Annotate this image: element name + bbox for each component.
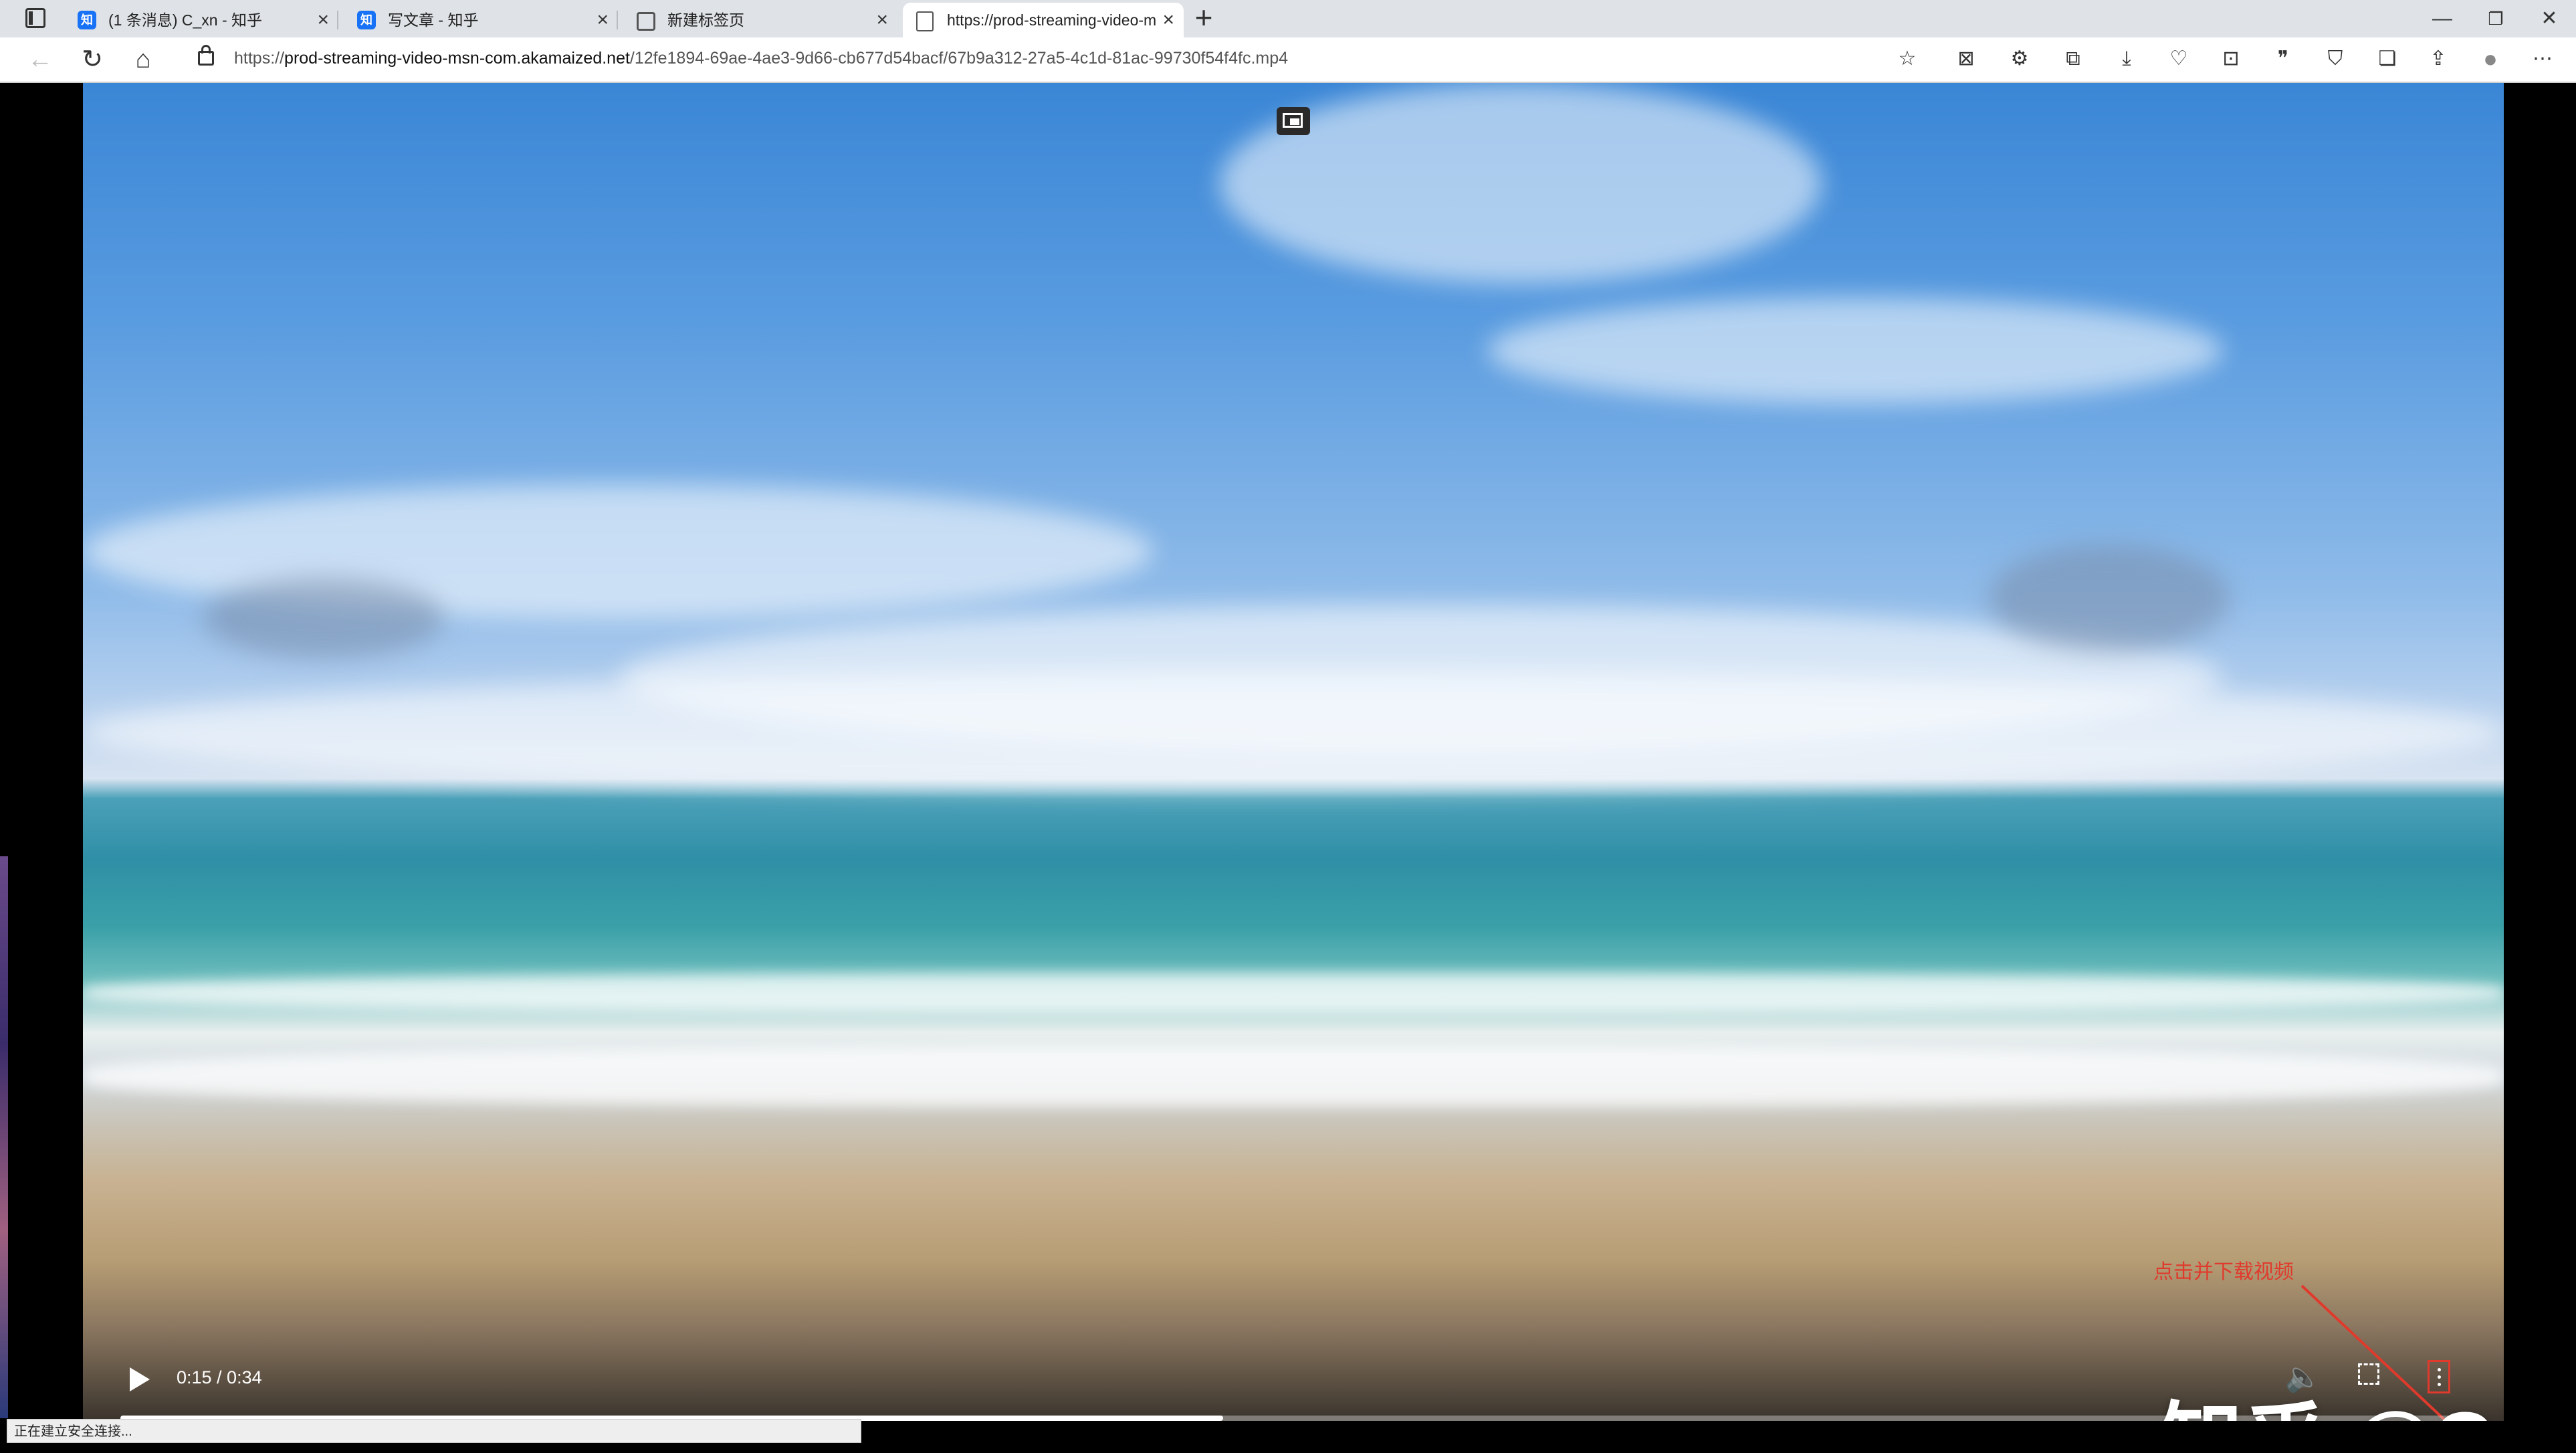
video-time: 0:15 / 0:34 [177,1367,262,1387]
cloud [83,672,2504,792]
lock-icon[interactable] [198,45,214,66]
tab-bar: 知 (1 条消息) C_xn - 知乎 × 知 写文章 - 知乎 × 新建标签页… [0,0,2576,37]
wave-foam [83,1046,2504,1106]
zhihu-icon: 知 [357,11,376,29]
tab-zhihu-messages[interactable]: 知 (1 条消息) C_xn - 知乎 × [64,3,338,37]
cloud [203,578,444,658]
tab-new-tab-page[interactable]: 新建标签页 × [623,3,897,37]
minimize-button[interactable]: — [2416,0,2469,37]
dot [2438,1368,2441,1371]
tab-label: 写文章 - 知乎 [388,11,479,29]
back-button[interactable]: ← [24,44,56,76]
status-bar: 正在建立安全连接... [7,1419,861,1443]
video-player[interactable]: 点击并下载视频 知乎 @C_xn 0:15 / 0:34 🔈 [83,83,2504,1421]
new-tab-button[interactable]: + [1190,0,1217,37]
home-button[interactable]: ⌂ [127,44,159,76]
url-prefix: https:// [234,49,285,68]
tab-label: (1 条消息) C_xn - 知乎 [108,11,263,29]
download-icon[interactable]: ⤓ [2113,45,2140,72]
url-path: /12fe1894-69ae-4ae3-9d66-cb677d54bacf/67… [629,49,1289,68]
close-window-button[interactable]: ✕ [2523,0,2576,37]
tab-video-active[interactable]: https://prod-streaming-video-m × [903,3,1184,37]
more-options-button[interactable] [2428,1360,2450,1393]
new-tab-page-icon [637,12,655,31]
tab-copy-icon[interactable]: ❏ [2374,45,2401,72]
refresh-button[interactable]: ↻ [76,44,108,76]
picture-in-picture-button[interactable] [1277,107,1310,135]
health-icon[interactable]: ♡ [2165,45,2192,72]
screenshot-icon[interactable]: ⊡ [2218,45,2244,72]
close-icon[interactable]: × [1162,3,1174,37]
cloud [1989,545,2230,652]
shield-icon[interactable]: ⛉ [2322,45,2349,72]
page-icon [916,11,934,31]
fullscreen-icon[interactable] [2358,1363,2379,1385]
profile-avatar-icon[interactable]: ● [2477,45,2504,72]
url-field[interactable]: https://prod-streaming-video-msn-com.aka… [234,49,1288,68]
tab-zhihu-write[interactable]: 知 写文章 - 知乎 × [344,3,618,37]
restore-button[interactable]: ❐ [2469,0,2523,37]
share-icon[interactable]: ⇪ [2425,45,2452,72]
tab-actions-icon[interactable] [25,8,45,28]
desktop-edge-strip [0,856,8,1418]
tab-label: https://prod-streaming-video-m [947,11,1157,29]
play-icon[interactable] [130,1367,150,1391]
tab-label: 新建标签页 [667,11,744,29]
close-icon[interactable]: × [317,3,329,37]
wave-foam [83,973,2504,1013]
extensions-icon[interactable]: ⚙ [2006,45,2033,72]
quote-icon[interactable]: ❞ [2270,45,2296,72]
dot [2438,1375,2441,1379]
cloud [1487,297,2223,404]
zhihu-icon: 知 [78,11,96,29]
tab-separator [617,11,618,29]
watermark: 知乎 @C_xn [2159,1374,2504,1421]
annotation-label: 点击并下载视频 [2153,1261,2294,1283]
url-host: prod-streaming-video-msn-com.akamaized.n… [284,49,630,68]
address-toolbar: ← ↻ ⌂ https://prod-streaming-video-msn-c… [0,37,2576,83]
favorite-star-icon[interactable]: ☆ [1894,45,1921,72]
close-icon[interactable]: × [597,3,609,37]
dot [2438,1383,2441,1386]
collections-icon[interactable]: ⧉ [2060,45,2086,72]
tab-separator [337,11,338,29]
volume-icon[interactable]: 🔈 [2283,1361,2323,1394]
tracking-icon[interactable]: ⊠ [1953,45,1979,72]
cloud [1220,83,1822,284]
more-menu-icon[interactable]: ⋯ [2529,45,2556,72]
close-icon[interactable]: × [876,3,888,37]
